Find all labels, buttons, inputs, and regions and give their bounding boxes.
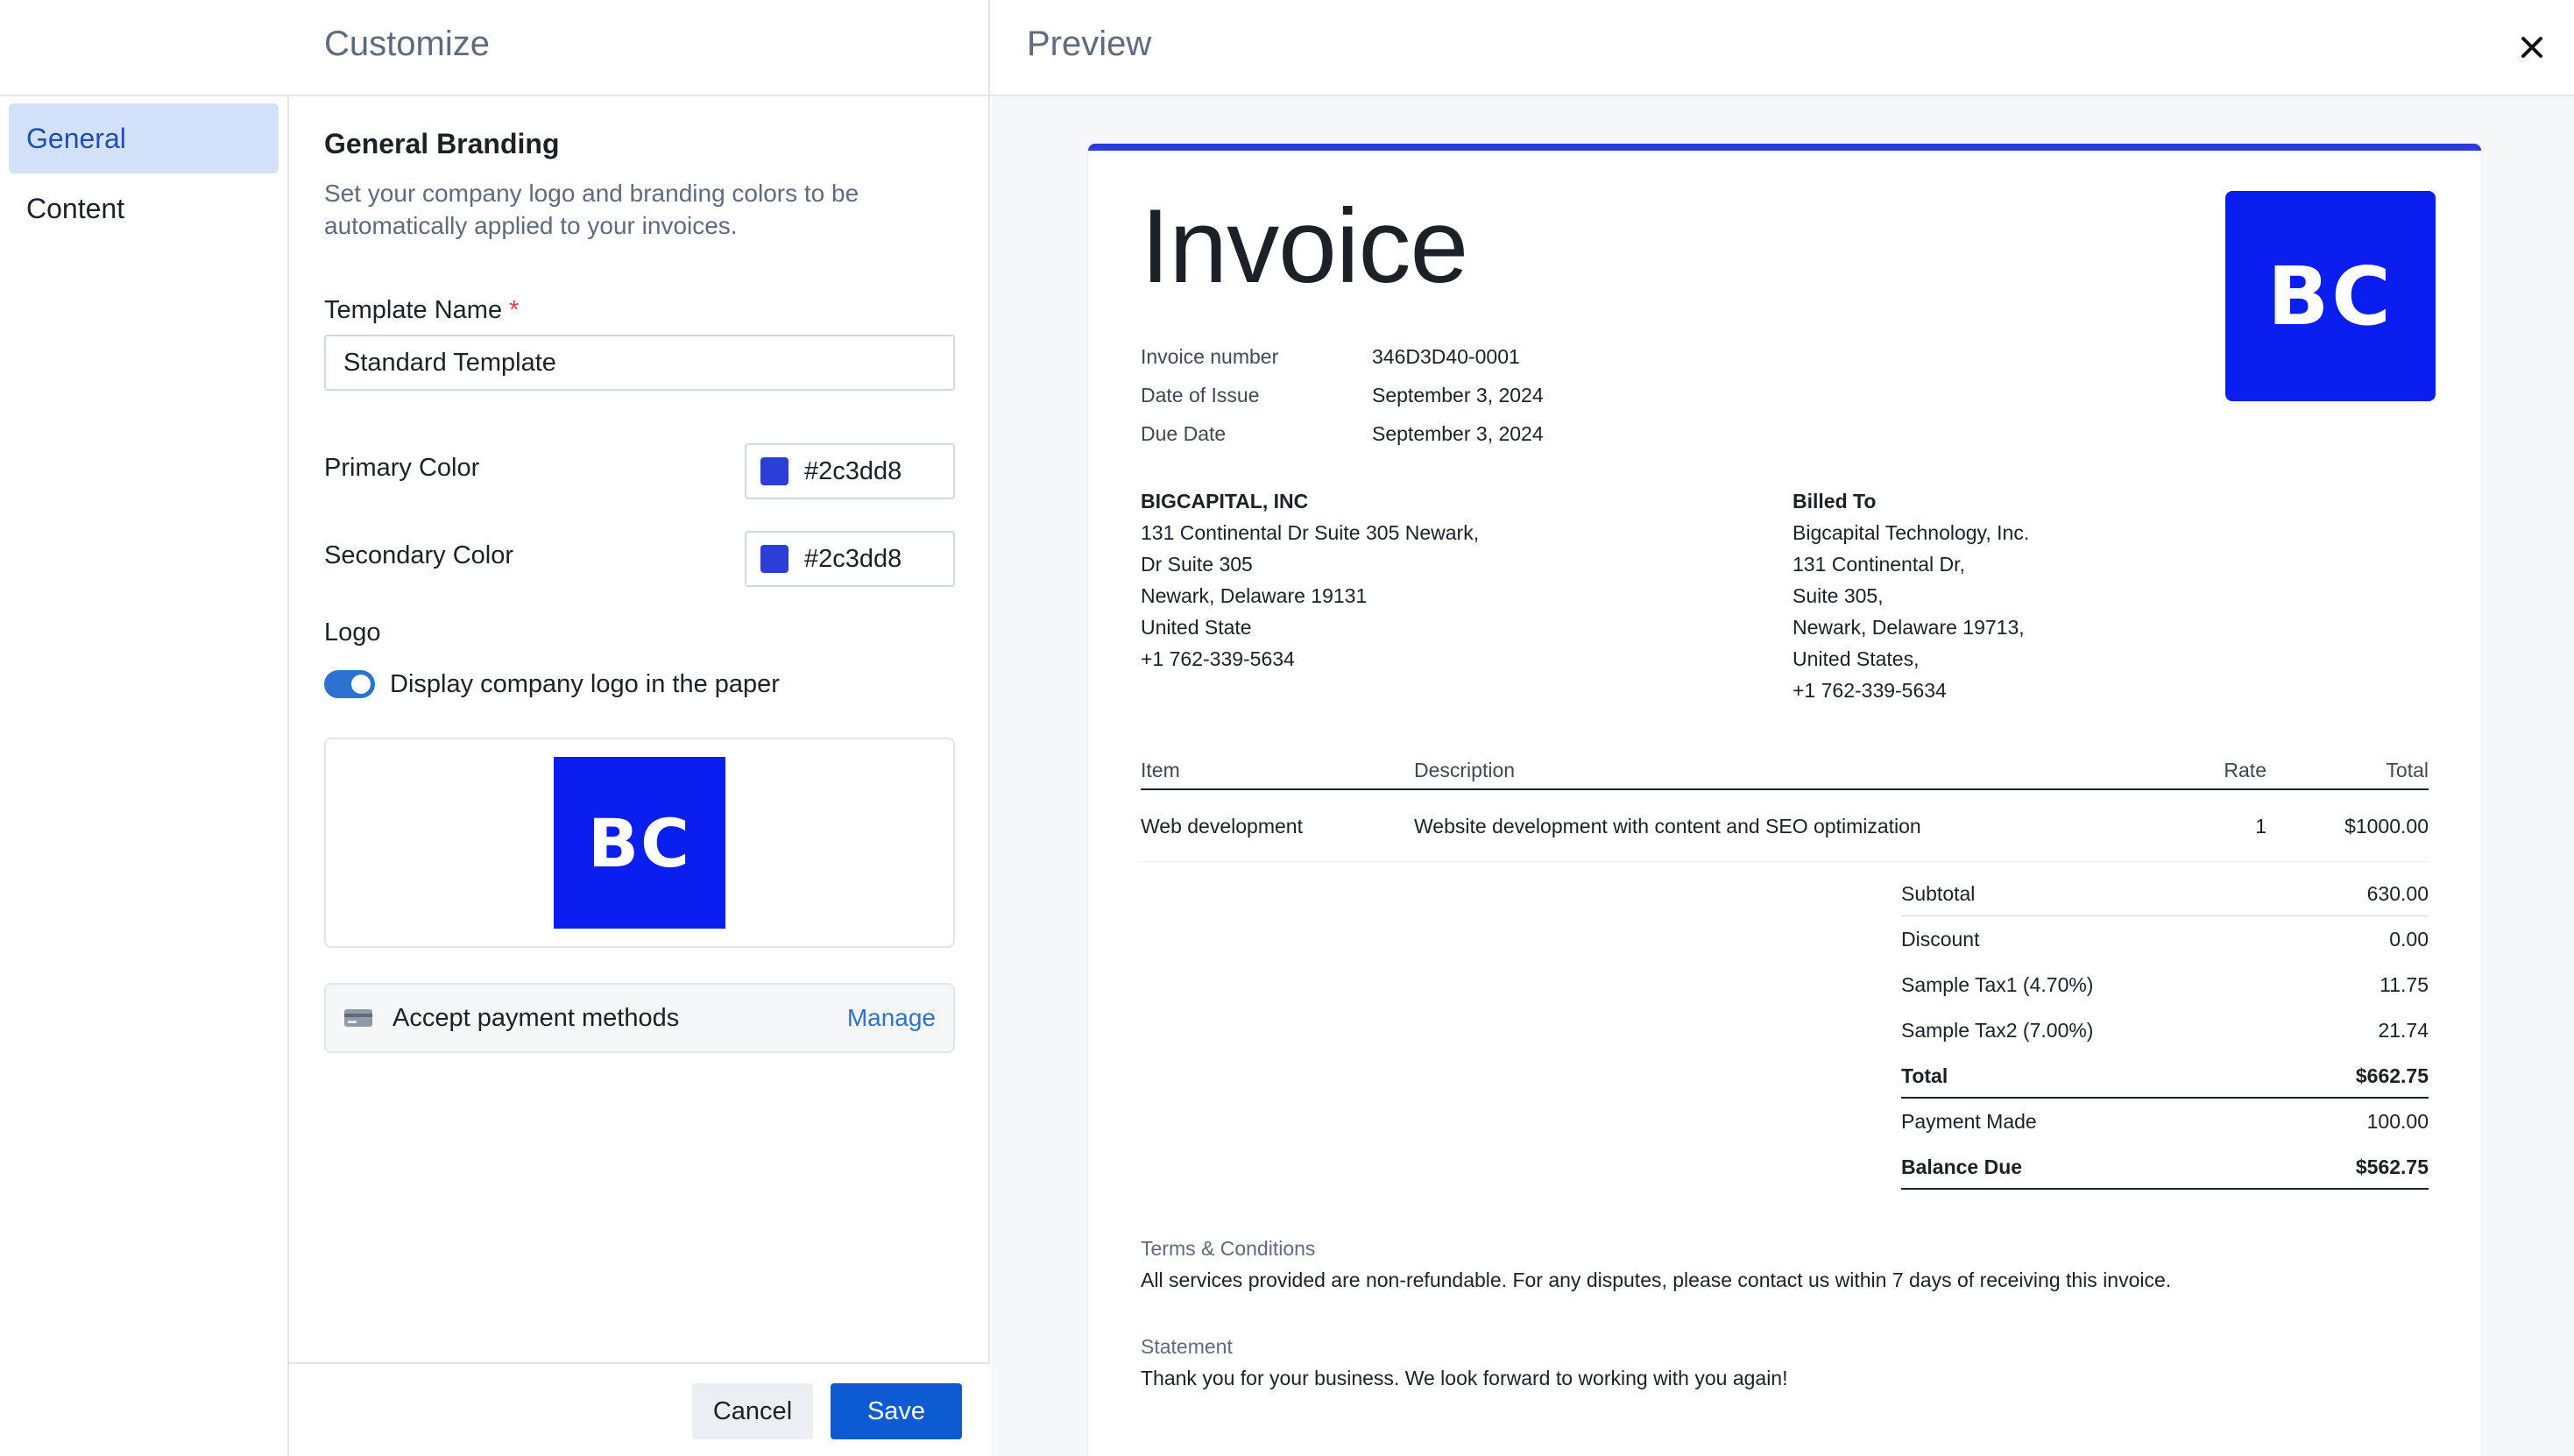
section-title: General Branding — [324, 128, 560, 159]
secondary-color-input[interactable]: #2c3dd8 — [745, 531, 955, 587]
totals-row: Sample Tax2 (7.00%) 21.74 — [1901, 1007, 2429, 1053]
address-line: 131 Continental Dr Suite 305 Newark, — [1141, 521, 1480, 544]
cancel-button[interactable]: Cancel — [692, 1383, 813, 1439]
totals-label: Subtotal — [1901, 882, 1976, 905]
secondary-color-value: #2c3dd8 — [804, 544, 902, 573]
row-rate: 1 — [2255, 815, 2266, 838]
address-line: 131 Continental Dr, — [1793, 553, 1965, 576]
payment-methods-label: Accept payment methods — [392, 1003, 680, 1032]
billed-to-address: Billed To Bigcapital Technology, Inc. 13… — [1793, 485, 2029, 706]
totals-value: 21.74 — [2378, 1019, 2429, 1042]
close-button[interactable] — [2513, 28, 2551, 67]
address-line: Newark, Delaware 19131 — [1141, 584, 1368, 607]
form-footer: Cancel Save — [289, 1362, 990, 1456]
invoice-title: Invoice — [1141, 187, 1468, 305]
close-icon — [2521, 37, 2542, 58]
header-rate: Rate — [2224, 759, 2266, 781]
address-line: Suite 305, — [1793, 584, 1884, 607]
totals-value: 0.00 — [2389, 928, 2429, 951]
totals-label: Payment Made — [1901, 1110, 2037, 1133]
company-address: BIGCAPITAL, INC 131 Continental Dr Suite… — [1141, 485, 1479, 675]
address-line: Bigcapital Technology, Inc. — [1793, 521, 2030, 544]
meta-label: Due Date — [1141, 422, 1227, 445]
totals-label: Sample Tax2 (7.00%) — [1901, 1019, 2094, 1042]
meta-value: September 3, 2024 — [1372, 422, 1544, 445]
totals-value: $662.75 — [2355, 1064, 2429, 1087]
header-item: Item — [1141, 759, 1180, 781]
totals-section: Subtotal 630.00 Discount 0.00 Sample Tax… — [1901, 871, 2429, 1190]
totals-label: Total — [1901, 1064, 1948, 1087]
row-description: Website development with content and SEO… — [1414, 815, 1921, 838]
totals-value: 11.75 — [2380, 973, 2429, 996]
meta-value: September 3, 2024 — [1372, 384, 1544, 406]
sidebar-item-general[interactable]: General — [9, 103, 279, 173]
company-logo: BC — [554, 757, 725, 929]
meta-label: Date of Issue — [1141, 384, 1260, 406]
address-line: Dr Suite 305 — [1141, 553, 1253, 576]
logo-label: Logo — [324, 618, 381, 647]
address-line: United State — [1141, 616, 1252, 639]
primary-color-label: Primary Color — [324, 454, 480, 482]
template-name-input[interactable] — [324, 335, 955, 391]
totals-label: Discount — [1901, 928, 1980, 951]
invoice-paper: Invoice BC Invoice number 346D3D40-0001 … — [1088, 144, 2481, 1456]
totals-value: 100.00 — [2366, 1110, 2429, 1133]
totals-value: $562.75 — [2355, 1156, 2429, 1178]
terms-label: Terms & Conditions — [1141, 1237, 1316, 1260]
template-name-label: Template Name * — [324, 296, 519, 325]
sidebar-nav: General Content — [0, 96, 289, 1456]
required-mark: * — [509, 296, 520, 324]
table-row: Web development Website development with… — [1141, 792, 2429, 862]
manage-link[interactable]: Manage — [847, 1004, 936, 1032]
drawer-header: Customize Preview — [0, 0, 2574, 96]
totals-label: Sample Tax1 (4.70%) — [1901, 973, 2094, 996]
totals-row: Discount 0.00 — [1901, 916, 2429, 962]
address-line: +1 762-339-5634 — [1141, 647, 1295, 670]
address-line: Newark, Delaware 19713, — [1793, 616, 2025, 639]
terms-text: All services provided are non-refundable… — [1141, 1269, 2172, 1291]
logo-toggle-label[interactable]: Display company logo in the paper — [390, 670, 780, 698]
invoice-logo: BC — [2225, 191, 2436, 401]
preview-title: Preview — [1027, 25, 1152, 63]
totals-row-balance-due: Balance Due $562.75 — [1901, 1144, 2429, 1190]
meta-label: Invoice number — [1141, 345, 1279, 368]
address-line: United States, — [1793, 647, 1920, 670]
address-line: +1 762-339-5634 — [1793, 679, 1947, 702]
billed-to-heading: Billed To — [1793, 490, 1877, 512]
customize-header: Customize — [0, 0, 990, 96]
secondary-color-swatch[interactable] — [760, 545, 788, 573]
totals-row: Payment Made 100.00 — [1901, 1099, 2429, 1144]
header-description: Description — [1414, 759, 1516, 781]
header-total: Total — [2386, 759, 2429, 781]
primary-color-swatch[interactable] — [760, 457, 788, 485]
customize-form: General Branding Set your company logo a… — [289, 96, 990, 1456]
company-name: BIGCAPITAL, INC — [1141, 490, 1309, 512]
statement-text: Thank you for your business. We look for… — [1141, 1367, 1788, 1389]
preview-pane: Invoice BC Invoice number 346D3D40-0001 … — [992, 96, 2574, 1456]
totals-row-total: Total $662.75 — [1901, 1053, 2429, 1099]
logo-toggle[interactable] — [324, 670, 375, 698]
totals-value: 630.00 — [2366, 882, 2429, 905]
row-item: Web development — [1141, 815, 1303, 838]
section-description: Set your company logo and branding color… — [324, 180, 859, 239]
totals-row: Sample Tax1 (4.70%) 11.75 — [1901, 962, 2429, 1007]
sidebar-item-content[interactable]: Content — [9, 173, 279, 244]
template-name-label-text: Template Name — [324, 296, 503, 324]
toggle-knob — [351, 675, 371, 694]
table-header: Item Description Rate Total — [1141, 755, 2429, 790]
row-total: $1000.00 — [2344, 815, 2429, 838]
totals-row: Subtotal 630.00 — [1901, 871, 2429, 916]
statement-label: Statement — [1141, 1335, 1233, 1358]
customize-title: Customize — [324, 25, 490, 63]
primary-color-input[interactable]: #2c3dd8 — [745, 443, 955, 499]
credit-card-icon — [344, 1009, 372, 1027]
save-button[interactable]: Save — [831, 1383, 962, 1439]
meta-value: 346D3D40-0001 — [1372, 345, 1520, 368]
primary-color-value: #2c3dd8 — [804, 456, 902, 485]
payment-methods-box: Accept payment methods Manage — [324, 983, 955, 1053]
secondary-color-label: Secondary Color — [324, 541, 513, 569]
logo-upload-box[interactable]: BC — [324, 738, 955, 948]
totals-label: Balance Due — [1901, 1156, 2023, 1178]
